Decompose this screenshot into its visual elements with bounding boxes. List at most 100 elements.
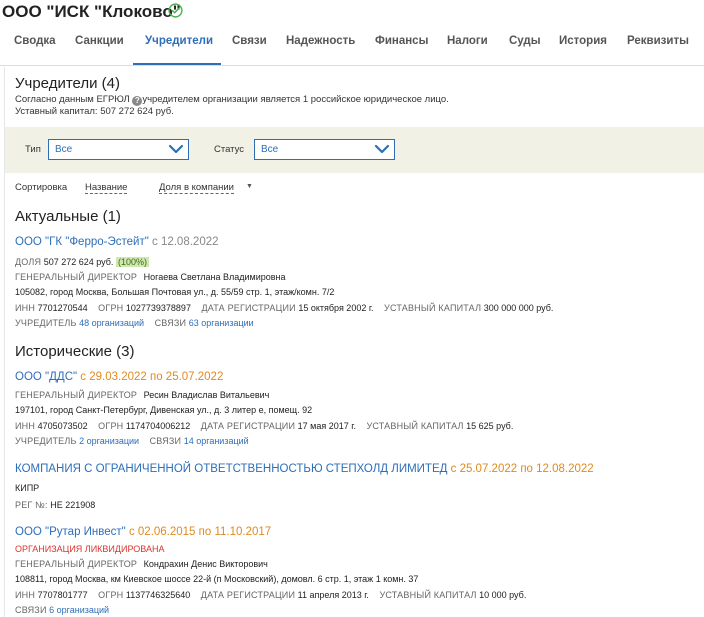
founder-name[interactable]: ООО "Рутар Инвест" (15, 526, 126, 538)
check-circle-icon (168, 3, 183, 18)
caret-down-icon: ▼ (246, 183, 253, 190)
company-header: ООО "ИСК "Клоково" Сводка Санкции Учреди… (0, 0, 704, 66)
capital-value: 15 625 руб. (466, 421, 514, 431)
tab-summary[interactable]: Сводка (14, 31, 56, 66)
inn-value: 7707801777 (37, 590, 88, 600)
filter-bar: Тип Все Статус Все (5, 127, 704, 173)
tab-founders[interactable]: Учредители (145, 31, 213, 66)
director-row: ГЕНЕРАЛЬНЫЙ ДИРЕКТОР Кондрахин Денис Вик… (15, 559, 268, 569)
type-filter-value: Все (55, 144, 73, 155)
founder-date: с 12.08.2022 (152, 236, 219, 248)
founder-orgs-link[interactable]: 2 организации (79, 436, 139, 446)
status-filter-value: Все (261, 144, 279, 155)
status-filter-select[interactable]: Все (254, 139, 395, 160)
sort-row: Сортировка Название Доля в компании ▼ (15, 182, 253, 194)
historical-founder-name-link: ООО "Рутар Инвест" с 02.06.2015 по 11.10… (15, 526, 271, 538)
authorized-capital: Уставный капитал: 507 272 624 руб. (15, 106, 174, 117)
info-icon[interactable]: ? (132, 96, 143, 106)
links-label: СВЯЗИ (149, 436, 182, 446)
founders-panel: Учредители (4) Согласно данным ЕГРЮЛ ? уч… (4, 67, 704, 617)
links-label: СВЯЗИ (154, 318, 187, 328)
country-row: КИПР (15, 483, 40, 493)
links-orgs-link[interactable]: 63 организации (189, 318, 254, 328)
description-prefix: Согласно данным ЕГРЮЛ (15, 94, 130, 105)
type-filter-select[interactable]: Все (48, 139, 189, 160)
director-label: ГЕНЕРАЛЬНЫЙ ДИРЕКТОР (15, 390, 138, 400)
ogrn-value: 1174704006212 (125, 421, 191, 431)
ogrn-label: ОГРН (98, 303, 124, 313)
capital-label: УСТАВНЫЙ КАПИТАЛ (366, 421, 464, 431)
share-label: ДОЛЯ (15, 257, 42, 267)
liquidated-status: ОРГАНИЗАЦИЯ ЛИКВИДИРОВАНА (15, 544, 165, 554)
director-label: ГЕНЕРАЛЬНЫЙ ДИРЕКТОР (15, 272, 138, 282)
capital-value: 10 000 руб. (479, 590, 527, 600)
links-label: СВЯЗИ (15, 605, 47, 615)
sort-by-share[interactable]: Доля в компании (159, 182, 234, 194)
historical-founder-name-link: КОМПАНИЯ С ОГРАНИЧЕННОЙ ОТВЕТСТВЕННОСТЬЮ… (15, 463, 594, 475)
founder-date: с 02.06.2015 по 11.10.2017 (128, 526, 272, 538)
inn-label: ИНН (15, 421, 36, 431)
inn-value: 4705073502 (37, 421, 88, 431)
requisites-row: ИНН 4705073502 ОГРН 1174704006212 ДАТА Р… (15, 421, 513, 431)
reg-date-value: 17 мая 2017 г. (297, 421, 356, 431)
director-label: ГЕНЕРАЛЬНЫЙ ДИРЕКТОР (15, 559, 138, 569)
tab-history[interactable]: История (559, 31, 607, 66)
links-orgs-link[interactable]: 14 организаций (184, 436, 249, 446)
links-orgs-link[interactable]: 6 организаций (49, 605, 109, 615)
current-founders-title: Актуальные (1) (15, 208, 121, 225)
address-row: 197101, город Санкт-Петербург, Дивенская… (15, 405, 313, 415)
requisites-row: ИНН 7701270544 ОГРН 1027739378897 ДАТА Р… (15, 303, 553, 313)
company-title: ООО "ИСК "Клоково" (2, 2, 181, 21)
type-filter-label: Тип (25, 144, 41, 155)
founder-name-link: ООО "ГК "Ферро-Эстейт" с 12.08.2022 (15, 236, 219, 248)
tab-courts[interactable]: Суды (509, 31, 541, 66)
founder-date: с 25.07.2022 по 12.08.2022 (450, 463, 594, 475)
founder-links-row: СВЯЗИ 6 организаций (15, 605, 109, 615)
tab-taxes[interactable]: Налоги (447, 31, 488, 66)
capital-label: УСТАВНЫЙ КАПИТАЛ (379, 590, 477, 600)
reg-date-value: 15 октября 2002 г. (298, 303, 374, 313)
ogrn-label: ОГРН (98, 421, 124, 431)
ogrn-value: 1137746325640 (125, 590, 191, 600)
active-tab-indicator (133, 63, 221, 65)
description-suffix: учредителем организации является 1 росси… (142, 94, 449, 105)
founder-date: с 29.03.2022 по 25.07.2022 (80, 371, 224, 383)
historical-founder-name-link: ООО "ДДС" с 29.03.2022 по 25.07.2022 (15, 371, 223, 383)
director-name: Кондрахин Денис Викторович (143, 559, 268, 569)
founder-name[interactable]: КОМПАНИЯ С ОГРАНИЧЕННОЙ ОТВЕТСТВЕННОСТЬЮ… (15, 463, 447, 475)
tab-requisites[interactable]: Реквизиты (627, 31, 689, 66)
director-name: Ресин Владислав Витальевич (143, 390, 270, 400)
address-row: 105082, город Москва, Большая Почтовая у… (15, 287, 335, 297)
director-name: Ногаева Светлана Владимировна (143, 272, 286, 282)
ogrn-value: 1027739378897 (125, 303, 191, 313)
address-row: 108811, город Москва, км Киевское шоссе … (15, 574, 419, 584)
founders-description: Согласно данным ЕГРЮЛ ? учредителем орган… (15, 94, 449, 106)
founder-orgs-link[interactable]: 48 организаций (79, 318, 144, 328)
tab-connections[interactable]: Связи (232, 31, 267, 66)
founders-title: Учредители (4) (15, 75, 121, 92)
tab-bar: Сводка Санкции Учредители Связи Надежнос… (0, 31, 704, 66)
ogrn-label: ОГРН (98, 590, 124, 600)
reg-number-row: РЕГ №: НЕ 221908 (15, 500, 95, 510)
capital-value: 300 000 000 руб. (483, 303, 554, 313)
status-filter-label: Статус (214, 144, 245, 155)
reg-date-label: ДАТА РЕГИСТРАЦИИ (200, 421, 296, 431)
sort-by-name[interactable]: Название (85, 182, 128, 194)
reg-date-label: ДАТА РЕГИСТРАЦИИ (201, 303, 296, 313)
inn-value: 7701270544 (37, 303, 88, 313)
inn-label: ИНН (15, 303, 36, 313)
capital-label: УСТАВНЫЙ КАПИТАЛ (384, 303, 482, 313)
founder-links-row: УЧРЕДИТЕЛЬ 48 организаций СВЯЗИ 63 орган… (15, 318, 254, 328)
tab-sanctions[interactable]: Санкции (75, 31, 124, 66)
chevron-down-icon (374, 144, 390, 154)
founder-label: УЧРЕДИТЕЛЬ (15, 318, 77, 328)
reg-date-label: ДАТА РЕГИСТРАЦИИ (200, 590, 296, 600)
share-value: 507 272 624 руб. (43, 257, 114, 267)
inn-label: ИНН (15, 590, 36, 600)
founder-name[interactable]: ООО "ГК "Ферро-Эстейт" (15, 236, 149, 248)
tab-finance[interactable]: Финансы (375, 31, 428, 66)
tab-reliability[interactable]: Надежность (286, 31, 355, 66)
director-row: ГЕНЕРАЛЬНЫЙ ДИРЕКТОР Ресин Владислав Вит… (15, 390, 269, 400)
founder-name[interactable]: ООО "ДДС" (15, 371, 77, 383)
founder-links-row: УЧРЕДИТЕЛЬ 2 организации СВЯЗИ 14 органи… (15, 436, 249, 446)
